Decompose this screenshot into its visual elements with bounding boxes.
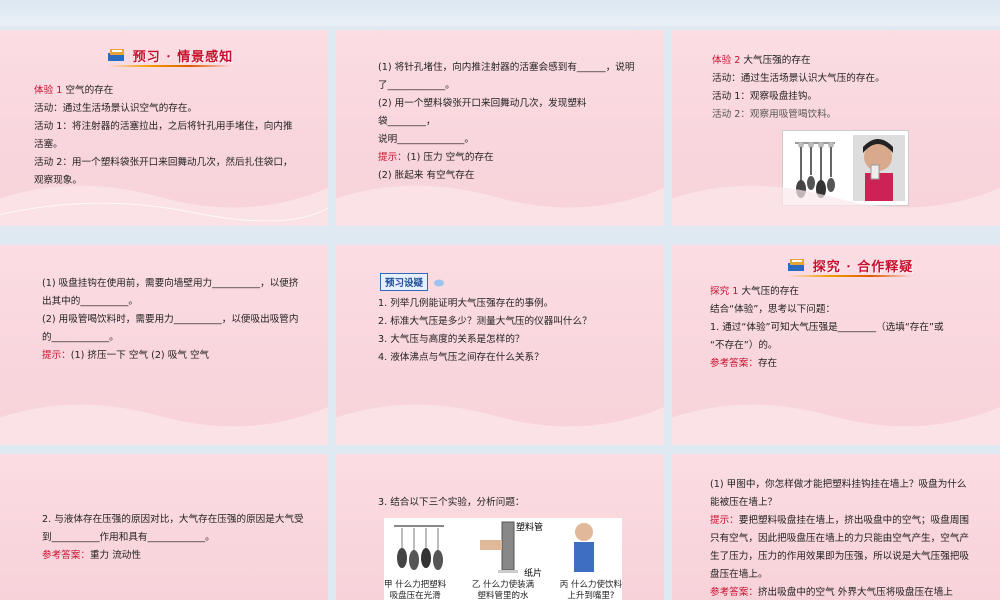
hint-text: (2) 胀起来 有空气存在 xyxy=(378,170,475,181)
caption-b: 乙 什么力使装满 塑料管里的水 xyxy=(471,580,535,600)
experiments-figure: 塑料管 纸片 甲 什么力把塑料 吸盘压在光滑 乙 什么力使装满 塑料管里的水 丙 什… xyxy=(384,518,622,600)
experiment-photo xyxy=(782,130,909,206)
experience-title: 空气的存在 xyxy=(62,85,114,96)
slide-text: (1) 将针孔堵住，向内推注射器的活塞会感到有______，说明 了______… xyxy=(378,59,656,185)
text-line: 出其中的__________。 xyxy=(42,296,138,307)
hint-text: 生了压力，压力的作用效果即为压强，所以说是大气压强把吸 xyxy=(710,551,970,562)
top-strip xyxy=(0,0,1000,26)
answer-label: 参考答案： xyxy=(42,550,90,561)
text-line: 活动 1：观察吸盘挂钩。 xyxy=(712,91,818,102)
slide-5[interactable]: 预习设疑 1. 列举几例能证明大气压强存在的事例。 2. 标准大气压是多少？测量… xyxy=(336,245,664,445)
text-line: 2. 与液体存在压强的原因对比，大气存在压强的原因是大气受 xyxy=(42,514,304,525)
slide-9[interactable]: (1) 甲图中，你怎样做才能把塑料挂钩挂在墙上？吸盘为什么 能被压在墙上？ 提示… xyxy=(672,454,1000,600)
figure-captions: 甲 什么力把塑料 吸盘压在光滑 乙 什么力使装满 塑料管里的水 丙 什么力使饮料 上升… xyxy=(384,580,622,600)
slide-1[interactable]: 预习 · 情景感知 体验 1 空气的存在 活动：通过生活场景认识空气的存在。 活… xyxy=(0,30,328,226)
book-icon xyxy=(107,49,124,61)
text-line: 活动 2：用一个塑料袋张开口来回舞动几次，然后扎住袋口， xyxy=(34,157,293,168)
question-line: 1. 列举几例能证明大气压强存在的事例。 xyxy=(378,298,554,309)
slide-text: 体验 2 大气压强的存在 活动：通过生活场景认识大气压的存在。 活动 1：观察吸… xyxy=(712,52,992,124)
caption-c: 丙 什么力使饮料 上升到嘴里? xyxy=(559,580,622,600)
question-line: 2. 标准大气压是多少？测量大气压的仪器叫什么？ xyxy=(378,316,592,327)
caption-a: 甲 什么力把塑料 吸盘压在光滑 xyxy=(384,580,447,600)
slide-6[interactable]: 探究 · 合作释疑 探究 1 大气压的存在 结合“体验”，思考以下问题： 1. … xyxy=(672,245,1000,445)
slide-2[interactable]: (1) 将针孔堵住，向内推注射器的活塞会感到有______，说明 了______… xyxy=(336,30,664,226)
slide-text: 2. 与液体存在压强的原因对比，大气存在压强的原因是大气受 到_________… xyxy=(42,511,320,565)
text-line: (2) 用吸管喝饮料时，需要用力__________，以便吸出吸管内 xyxy=(42,314,299,325)
text-line: 活动 1：将注射器的活塞拉出，之后将针孔用手堵住，向内推 xyxy=(34,121,293,132)
hint-label: 提示： xyxy=(710,515,739,526)
text-line: 的____________。 xyxy=(42,332,119,343)
header-underline xyxy=(108,65,232,67)
answer-label: 参考答案： xyxy=(710,587,758,598)
experience-title: 大气压强的存在 xyxy=(740,55,811,66)
slide-text: 体验 1 空气的存在 活动：通过生活场景认识空气的存在。 活动 1：将注射器的活… xyxy=(34,82,320,190)
question-line: 3. 大气压与高度的关系是怎样的？ xyxy=(378,334,525,345)
hint-text: 要把塑料吸盘挂在墙上，挤出吸盘中的空气；吸盘周围 xyxy=(738,515,970,526)
hint-label: 提示： xyxy=(378,152,407,163)
hint-text: (1) 挤压一下 空气 (2) 吸气 空气 xyxy=(70,350,210,361)
question-line: 3. 结合以下三个实验，分析问题： xyxy=(378,497,525,508)
explore-label: 探究 1 xyxy=(710,286,739,297)
preview-badge-wrap: 预习设疑 xyxy=(380,271,445,291)
cloud-icon xyxy=(434,279,445,286)
slide-text: 探究 1 大气压的存在 结合“体验”，思考以下问题： 1. 通过“体验”可知大气… xyxy=(710,283,992,373)
answer-label: 参考答案： xyxy=(710,358,758,369)
header-underline xyxy=(788,275,912,277)
slide-7[interactable]: 2. 与液体存在压强的原因对比，大气存在压强的原因是大气受 到_________… xyxy=(0,454,328,600)
text-line: 结合“体验”，思考以下问题： xyxy=(710,304,836,315)
tube-label: 塑料管 xyxy=(516,523,544,533)
text-line: 说明______________。 xyxy=(378,134,474,145)
text-line: (1) 吸盘挂钩在使用前，需要向墙壁用力__________，以便挤 xyxy=(42,278,299,289)
section-title: 预习 · 情景感知 xyxy=(132,49,234,65)
answer-text: 存在 xyxy=(757,358,778,369)
experience-label: 体验 1 xyxy=(34,85,63,96)
text-line: 到__________作用和具有____________。 xyxy=(42,532,215,543)
experience-label: 体验 2 xyxy=(712,55,741,66)
slide-3[interactable]: 体验 2 大气压强的存在 活动：通过生活场景认识大气压的存在。 活动 1：观察吸… xyxy=(672,30,1000,226)
book-icon xyxy=(787,259,804,271)
text-line: (2) 用一个塑料袋张开口来回舞动几次，发现塑料 xyxy=(378,98,587,109)
question-line: 4. 液体沸点与气压之间存在什么关系？ xyxy=(378,352,544,363)
text-line: 活塞。 xyxy=(34,139,63,150)
text-line: 活动：通过生活场景认识空气的存在。 xyxy=(34,103,198,114)
text-line: (1) 甲图中，你怎样做才能把塑料挂钩挂在墙上？吸盘为什么 xyxy=(710,479,967,490)
hint-text: 盘压在墙上。 xyxy=(710,569,768,580)
slide-text: (1) 甲图中，你怎样做才能把塑料挂钩挂在墙上？吸盘为什么 能被压在墙上？ 提示… xyxy=(710,476,992,600)
wave-decoration xyxy=(336,404,664,445)
text-line: “不存在”）的。 xyxy=(710,340,778,351)
text-line: 活动 2：观察用吸管喝饮料。 xyxy=(712,109,837,120)
hint-text: 只有空气，因此把吸盘压在墙上的力只能由空气产生，空气产 xyxy=(710,533,970,544)
hint-text: (1) 压力 空气的存在 xyxy=(406,152,494,163)
answer-text: 重力 流动性 xyxy=(89,550,141,561)
wave-decoration xyxy=(0,404,328,445)
slide-text: (1) 吸盘挂钩在使用前，需要向墙壁用力__________，以便挤 出其中的_… xyxy=(42,275,320,365)
section-header: 预习 · 情景感知 xyxy=(90,43,250,67)
text-line: 观察现象。 xyxy=(34,175,82,186)
section-title: 探究 · 合作释疑 xyxy=(812,259,914,275)
slide-text: 1. 列举几例能证明大气压强存在的事例。 2. 标准大气压是多少？测量大气压的仪… xyxy=(378,295,656,367)
slide-text: 3. 结合以下三个实验，分析问题： xyxy=(378,494,656,512)
text-line: 1. 通过“体验”可知大气压强是________（选填“存在”或 xyxy=(710,322,944,333)
slide-8[interactable]: 3. 结合以下三个实验，分析问题： 塑料管 纸片 甲 什么力把塑料 吸盘压在光滑 … xyxy=(336,454,664,600)
suction-hooks-and-drinking-illustration xyxy=(795,135,905,201)
slide-4[interactable]: (1) 吸盘挂钩在使用前，需要向墙壁用力__________，以便挤 出其中的_… xyxy=(0,245,328,445)
explore-title: 大气压的存在 xyxy=(738,286,799,297)
text-line: 了____________。 xyxy=(378,80,455,91)
hint-label: 提示： xyxy=(42,350,71,361)
text-line: 活动：通过生活场景认识大气压的存在。 xyxy=(712,73,885,84)
text-line: 袋________， xyxy=(378,116,436,127)
text-line: (1) 将针孔堵住，向内推注射器的活塞会感到有______，说明 xyxy=(378,62,635,73)
wave-decoration xyxy=(672,404,1000,445)
section-header: 探究 · 合作释疑 xyxy=(770,253,930,277)
paper-label: 纸片 xyxy=(524,569,543,579)
answer-text: 挤出吸盘中的空气 外界大气压将吸盘压在墙上 xyxy=(757,587,953,598)
preview-badge: 预习设疑 xyxy=(380,273,429,291)
experiments-illustration xyxy=(394,521,594,573)
text-line: 能被压在墙上？ xyxy=(710,497,778,508)
